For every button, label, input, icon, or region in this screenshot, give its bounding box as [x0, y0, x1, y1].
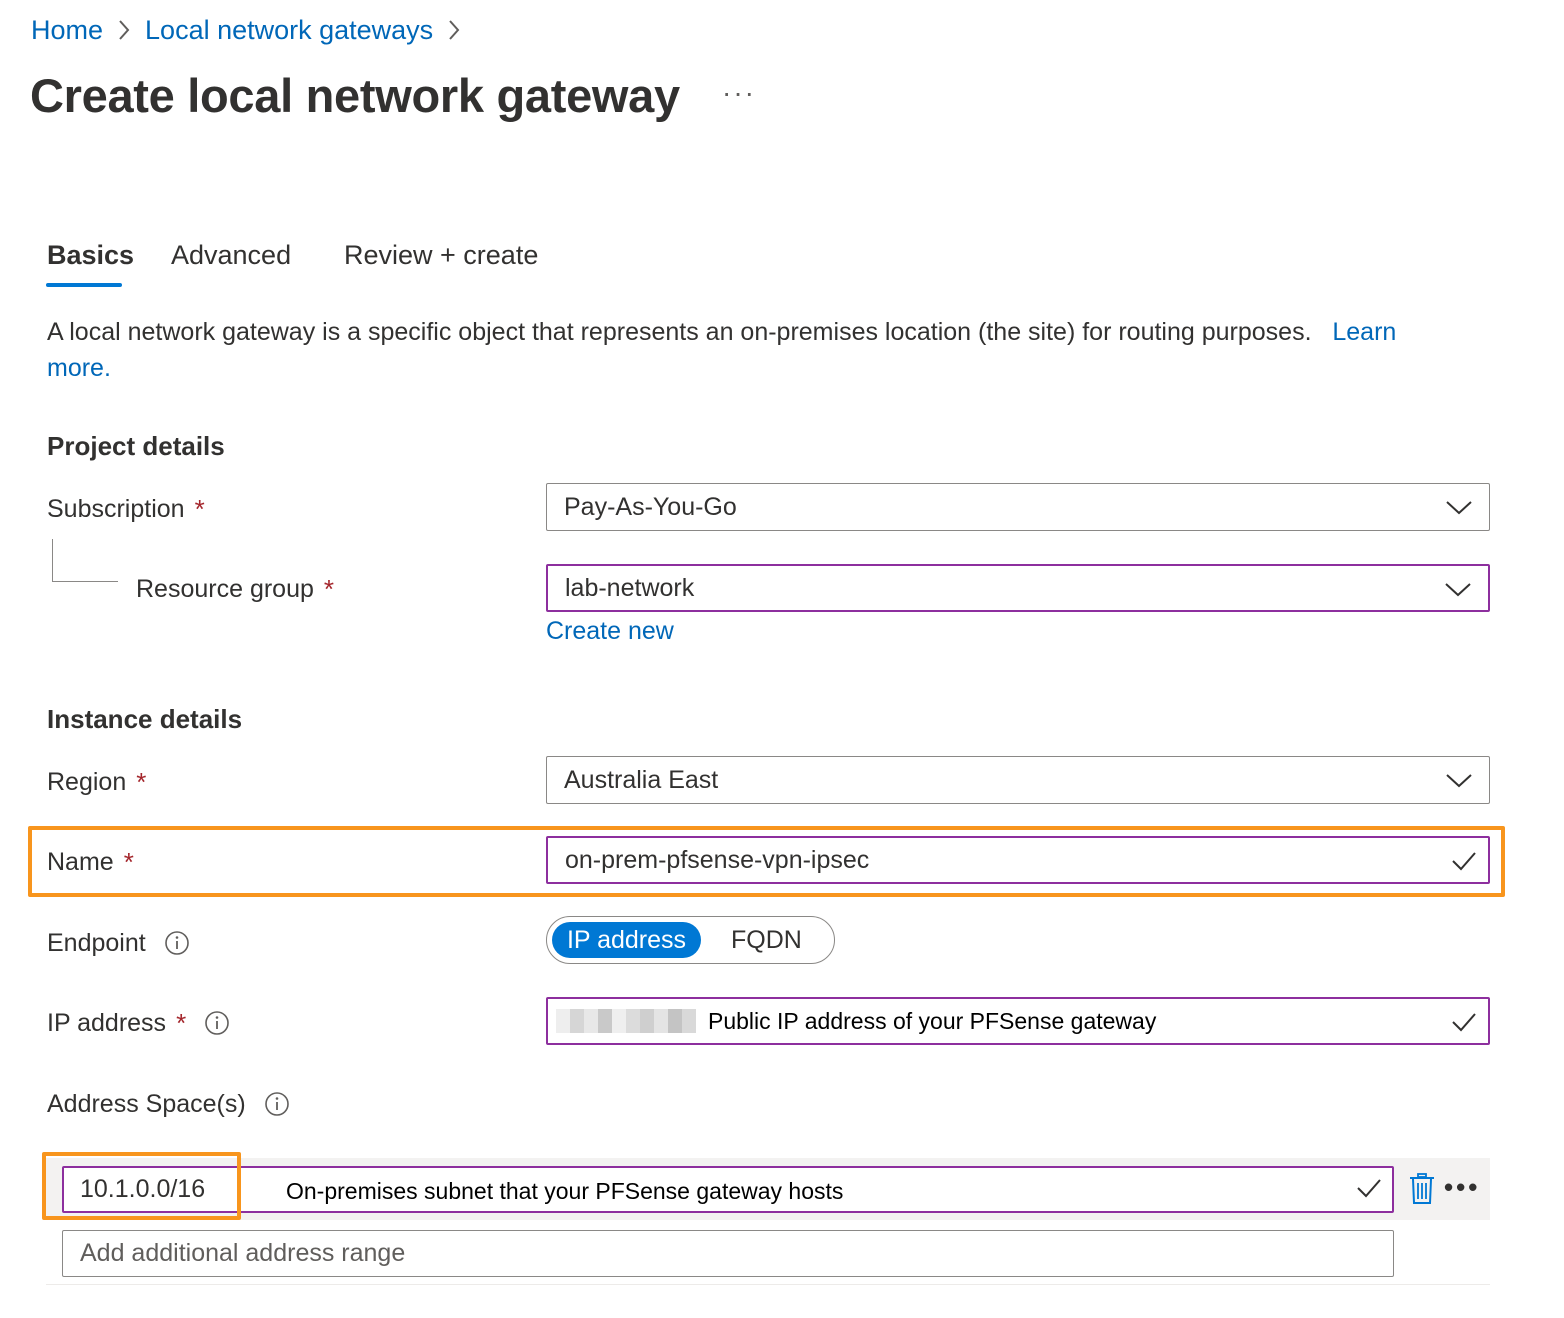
- page-title: Create local network gateway: [30, 69, 680, 122]
- name-input[interactable]: on-prem-pfsense-vpn-ipsec: [546, 836, 1490, 884]
- subscription-value: Pay-As-You-Go: [564, 492, 737, 521]
- redacted-ip-value: [556, 1009, 696, 1033]
- info-icon[interactable]: [164, 930, 190, 956]
- create-new-resource-group-link[interactable]: Create new: [546, 613, 674, 649]
- ip-address-label-text: IP address: [47, 1009, 167, 1037]
- endpoint-label: Endpoint: [47, 925, 190, 961]
- endpoint-option-ip-address[interactable]: IP address: [552, 922, 701, 958]
- breadcrumb: Home Local network gateways: [31, 12, 475, 48]
- chevron-down-icon: [1445, 768, 1473, 797]
- name-label: Name *: [47, 844, 134, 880]
- tab-advanced[interactable]: Advanced: [171, 236, 291, 274]
- endpoint-toggle[interactable]: IP address FQDN: [546, 916, 835, 964]
- address-space-label-text: Address Space(s): [47, 1090, 246, 1118]
- checkmark-icon: [1450, 1009, 1478, 1042]
- region-label-text: Region: [47, 768, 127, 796]
- region-label: Region *: [47, 764, 146, 800]
- subscription-label: Subscription *: [47, 491, 205, 527]
- required-marker: *: [323, 574, 335, 604]
- active-tab-indicator: [46, 283, 122, 287]
- region-dropdown[interactable]: Australia East: [546, 756, 1490, 804]
- name-label-text: Name: [47, 848, 114, 876]
- name-value: on-prem-pfsense-vpn-ipsec: [565, 845, 870, 874]
- subscription-label-text: Subscription: [47, 495, 185, 523]
- endpoint-option-fqdn[interactable]: FQDN: [731, 922, 802, 958]
- description-text: A local network gateway is a specific ob…: [47, 318, 1312, 346]
- ip-address-helper: Public IP address of your PFSense gatewa…: [708, 1008, 1157, 1034]
- resource-group-value: lab-network: [565, 573, 695, 602]
- project-details-heading: Project details: [47, 431, 225, 461]
- chevron-down-icon: [1444, 577, 1472, 606]
- trash-icon[interactable]: [1408, 1172, 1436, 1211]
- resource-group-dropdown[interactable]: lab-network: [546, 564, 1490, 612]
- required-marker: *: [194, 494, 205, 524]
- page-description: A local network gateway is a specific ob…: [47, 314, 1467, 386]
- divider: [46, 1284, 1490, 1285]
- endpoint-label-text: Endpoint: [47, 929, 146, 957]
- breadcrumb-local-network-gateways-link[interactable]: Local network gateways: [145, 12, 433, 48]
- checkmark-icon: [1450, 848, 1478, 881]
- required-marker: *: [136, 767, 147, 797]
- address-space-helper: On-premises subnet that your PFSense gat…: [286, 1178, 844, 1204]
- address-row-more-button[interactable]: •••: [1444, 1172, 1480, 1202]
- add-address-range-input[interactable]: [62, 1230, 1394, 1277]
- ip-address-label: IP address *: [47, 1005, 230, 1041]
- info-icon[interactable]: [264, 1091, 290, 1117]
- address-space-label: Address Space(s): [47, 1086, 290, 1122]
- tab-review-create[interactable]: Review + create: [344, 236, 538, 274]
- checkmark-icon: [1355, 1175, 1383, 1206]
- breadcrumb-home-link[interactable]: Home: [31, 12, 103, 48]
- chevron-down-icon: [1445, 495, 1473, 524]
- required-marker: *: [176, 1008, 187, 1038]
- ip-address-input[interactable]: Public IP address of your PFSense gatewa…: [546, 997, 1490, 1045]
- tab-basics[interactable]: Basics: [47, 236, 134, 274]
- instance-details-heading: Instance details: [47, 704, 243, 734]
- resource-group-label: Resource group *: [136, 571, 334, 607]
- address-highlight-box: [42, 1152, 241, 1220]
- chevron-right-icon: [109, 12, 139, 48]
- more-options-button[interactable]: ···: [722, 78, 756, 108]
- tree-connector: [52, 539, 118, 582]
- subscription-dropdown[interactable]: Pay-As-You-Go: [546, 483, 1490, 531]
- chevron-right-icon: [439, 12, 469, 48]
- required-marker: *: [123, 847, 134, 877]
- region-value: Australia East: [564, 765, 719, 794]
- info-icon[interactable]: [204, 1010, 230, 1036]
- resource-group-label-text: Resource group: [136, 575, 314, 603]
